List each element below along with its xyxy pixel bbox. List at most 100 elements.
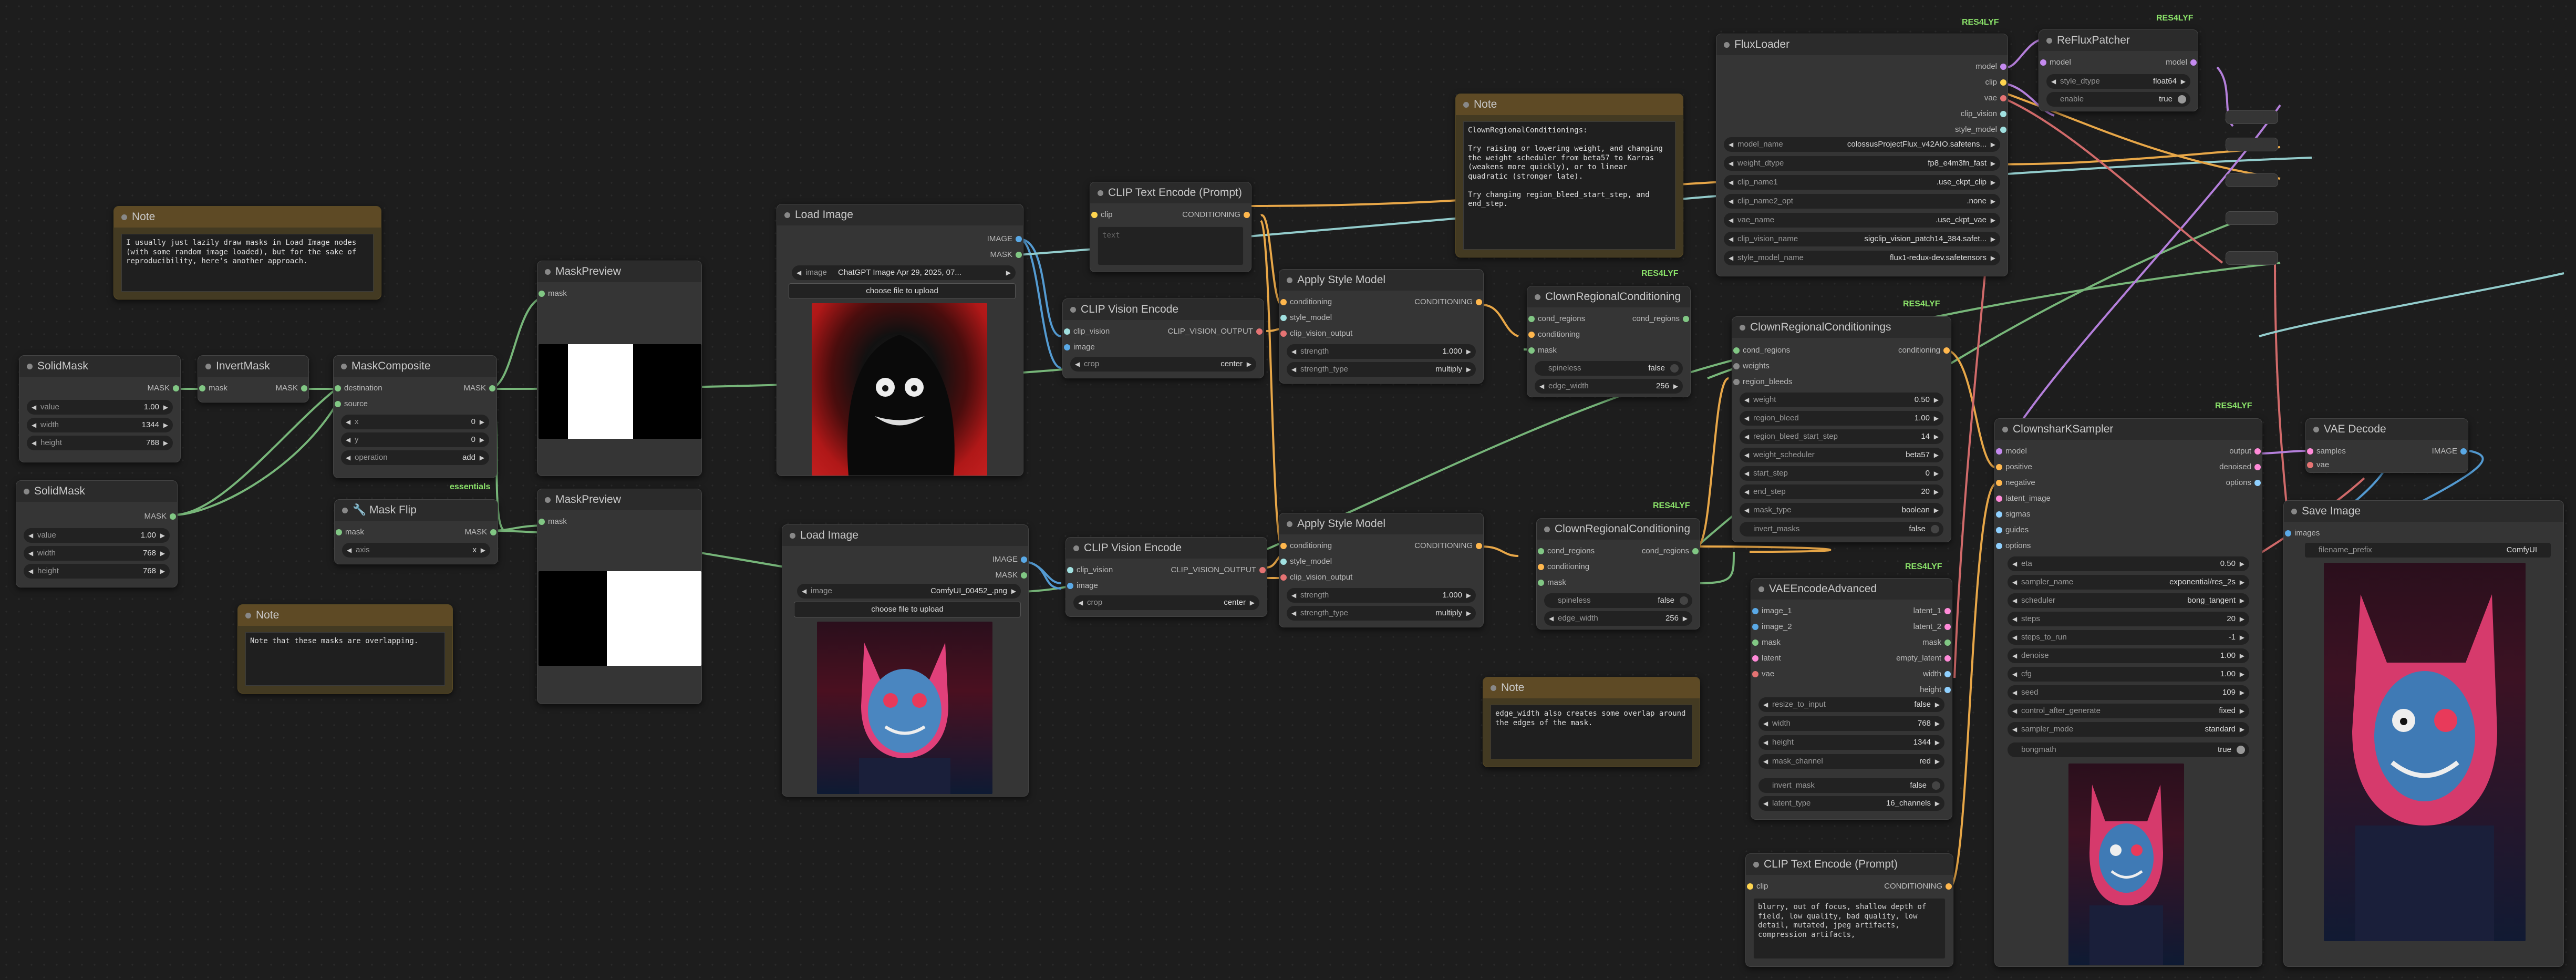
output-dot[interactable] — [489, 385, 495, 391]
arrow-right-icon[interactable]: ▶ — [2240, 556, 2244, 571]
reroute-node[interactable] — [2226, 173, 2278, 187]
output-dot[interactable] — [1021, 556, 1027, 563]
arrow-right-icon[interactable]: ▶ — [1934, 393, 1939, 407]
toggle-invert-masks[interactable]: invert_masks false — [1740, 522, 1943, 537]
input-dot[interactable] — [335, 385, 341, 391]
widget-mask-channel[interactable]: ◀ mask_channel red ▶ — [1758, 754, 1944, 769]
upload-button[interactable]: choose file to upload — [789, 283, 1016, 299]
reroute-node[interactable] — [2226, 110, 2278, 124]
clownregionalconditioning-node-1[interactable]: ClownRegionalConditioning cond_regions c… — [1527, 286, 1691, 397]
input-mask[interactable]: mask — [537, 515, 567, 528]
slot-dot[interactable] — [2254, 480, 2261, 486]
output-dot[interactable] — [490, 529, 496, 535]
output-clip-vision-output[interactable]: CLIP_VISION_OUTPUT — [1167, 325, 1264, 338]
input-style-model[interactable]: style_model — [1279, 555, 1332, 568]
output-cond-regions[interactable]: cond_regions — [1642, 545, 1700, 558]
output-image[interactable]: IMAGE — [992, 553, 1028, 566]
input-dot[interactable] — [1280, 543, 1287, 549]
input-source[interactable]: source — [334, 398, 368, 410]
arrow-left-icon[interactable]: ◀ — [1744, 429, 1749, 444]
widget-clip-name1[interactable]: ◀ clip_name1 .use_ckpt_clip ▶ — [1724, 175, 2000, 190]
widget-clip-name2-opt[interactable]: ◀ clip_name2_opt .none ▶ — [1724, 194, 2000, 209]
input-guides[interactable]: guides — [1995, 524, 2029, 537]
widget-control-after-generate[interactable]: ◀ control_after_generate fixed ▶ — [2008, 704, 2249, 718]
input-dot[interactable] — [1280, 559, 1287, 565]
widget-cfg[interactable]: ◀ cfg 1.00 ▶ — [2008, 667, 2249, 682]
input-cond-regions[interactable]: cond_regions — [1732, 344, 1790, 357]
output-mask[interactable]: MASK — [464, 526, 498, 539]
solidmask-node-2[interactable]: SolidMask MASK ◀ value 1.00 ▶ ◀ width 768 ▶ ◀ h… — [16, 480, 178, 587]
arrow-left-icon[interactable]: ◀ — [1744, 466, 1749, 481]
input-samples[interactable]: samples — [2306, 445, 2346, 458]
toggle-knob[interactable] — [1931, 525, 1939, 533]
output-conditioning[interactable]: CONDITIONING — [1414, 296, 1483, 308]
invertmask-node[interactable]: InvertMask mask MASK — [198, 355, 309, 403]
widget-region-bleed[interactable]: ◀ region_bleed 1.00 ▶ — [1740, 411, 1943, 426]
widget-latent-type[interactable]: ◀ latent_type 16_channels ▶ — [1758, 796, 1944, 811]
input-dot[interactable] — [1733, 379, 1740, 385]
output-latent-1[interactable]: latent_1 — [1913, 605, 1952, 617]
arrow-right-icon[interactable]: ▶ — [2240, 685, 2244, 700]
input-conditioning[interactable]: conditioning — [1279, 296, 1332, 308]
widget-width[interactable]: ◀ width 1344 ▶ — [27, 418, 173, 432]
widget-height[interactable]: ◀ height 768 ▶ — [24, 564, 170, 579]
input-dot[interactable] — [2040, 59, 2046, 66]
arrow-left-icon[interactable]: ◀ — [2012, 704, 2017, 718]
output-denoised[interactable]: denoised — [2219, 461, 2262, 473]
note-node-4[interactable]: Note edge_width also creates some overla… — [1483, 677, 1700, 767]
fluxloader-node[interactable]: FluxLoader model clip vae clip_vision style_… — [1716, 34, 2008, 276]
note-node-1[interactable]: Note I usually just lazily draw masks in… — [113, 206, 381, 300]
arrow-right-icon[interactable]: ▶ — [2240, 593, 2244, 608]
output-vae[interactable]: vae — [1984, 92, 2008, 105]
slot-dot[interactable] — [1752, 624, 1758, 630]
reroute-node[interactable] — [2226, 251, 2278, 265]
arrow-right-icon[interactable]: ▶ — [2240, 612, 2244, 626]
arrow-right-icon[interactable]: ▶ — [1934, 503, 1939, 518]
maskcomposite-node[interactable]: MaskComposite destination MASK source ◀ x… — [333, 355, 497, 478]
slot-dot[interactable] — [1752, 608, 1758, 614]
input-positive[interactable]: positive — [1995, 461, 2032, 473]
slot-dot[interactable] — [2000, 111, 2006, 117]
output-clip-vision-output[interactable]: CLIP_VISION_OUTPUT — [1171, 564, 1267, 576]
reroute-node[interactable] — [2226, 138, 2278, 151]
input-mask[interactable]: mask — [537, 287, 567, 300]
slot-dot[interactable] — [1752, 639, 1758, 646]
input-options[interactable]: options — [1995, 540, 2031, 552]
vaeencodeadvanced-node[interactable]: VAEEncodeAdvanced invert_mask false ◀ late… — [1751, 578, 1952, 820]
arrow-left-icon[interactable]: ◀ — [1744, 411, 1749, 426]
input-mask[interactable]: mask — [1751, 636, 1781, 649]
widget-steps[interactable]: ◀ steps 20 ▶ — [2008, 612, 2249, 626]
arrow-left-icon[interactable]: ◀ — [1744, 448, 1749, 462]
toggle-invert-mask[interactable]: invert_mask false — [1758, 778, 1944, 793]
note-text[interactable]: edge_width also creates some overlap aro… — [1491, 705, 1692, 759]
input-mask[interactable]: mask — [1527, 344, 1557, 357]
input-sigmas[interactable]: sigmas — [1995, 508, 2031, 521]
clipvisionencode-node-2[interactable]: CLIP Vision Encode clip_vision CLIP_VISI… — [1065, 537, 1267, 617]
input-mask[interactable]: mask — [198, 382, 227, 395]
output-dot[interactable] — [2190, 59, 2197, 66]
arrow-left-icon[interactable]: ◀ — [1729, 232, 1733, 246]
widget-height[interactable]: ◀ height 768 ▶ — [27, 436, 173, 450]
output-height[interactable]: height — [1920, 684, 1952, 696]
output-conditioning[interactable]: conditioning — [1898, 344, 1951, 357]
widget-denoise[interactable]: ◀ denoise 1.00 ▶ — [2008, 648, 2249, 663]
output-empty-latent[interactable]: empty_latent — [1896, 652, 1952, 665]
arrow-left-icon[interactable]: ◀ — [2012, 593, 2017, 608]
input-dot[interactable] — [2307, 462, 2313, 468]
arrow-right-icon[interactable]: ▶ — [1991, 232, 1995, 246]
refluxpatcher-node[interactable]: ReFluxPatcher model model ◀ style_dtype fl… — [2039, 29, 2198, 111]
input-filename-prefix[interactable]: filename_prefix ComfyUI — [2305, 543, 2551, 558]
arrow-right-icon[interactable]: ▶ — [1991, 213, 1995, 228]
arrow-left-icon[interactable]: ◀ — [2012, 630, 2017, 645]
output-output[interactable]: output — [2229, 445, 2262, 458]
arrow-right-icon[interactable]: ▶ — [1935, 697, 1940, 712]
arrow-left-icon[interactable]: ◀ — [1763, 716, 1768, 731]
arrow-left-icon[interactable]: ◀ — [2012, 575, 2017, 590]
slot-dot[interactable] — [1996, 511, 2002, 518]
arrow-right-icon[interactable]: ▶ — [1935, 716, 1940, 731]
arrow-right-icon[interactable]: ▶ — [1935, 735, 1940, 750]
input-images[interactable]: images — [2284, 527, 2320, 540]
input-dot[interactable] — [1733, 347, 1740, 354]
slot-dot[interactable] — [1996, 448, 2002, 455]
widget-image-select[interactable]: ◀ image ChatGPT Image Apr 29, 2025, 07... ▶ — [792, 265, 1016, 280]
